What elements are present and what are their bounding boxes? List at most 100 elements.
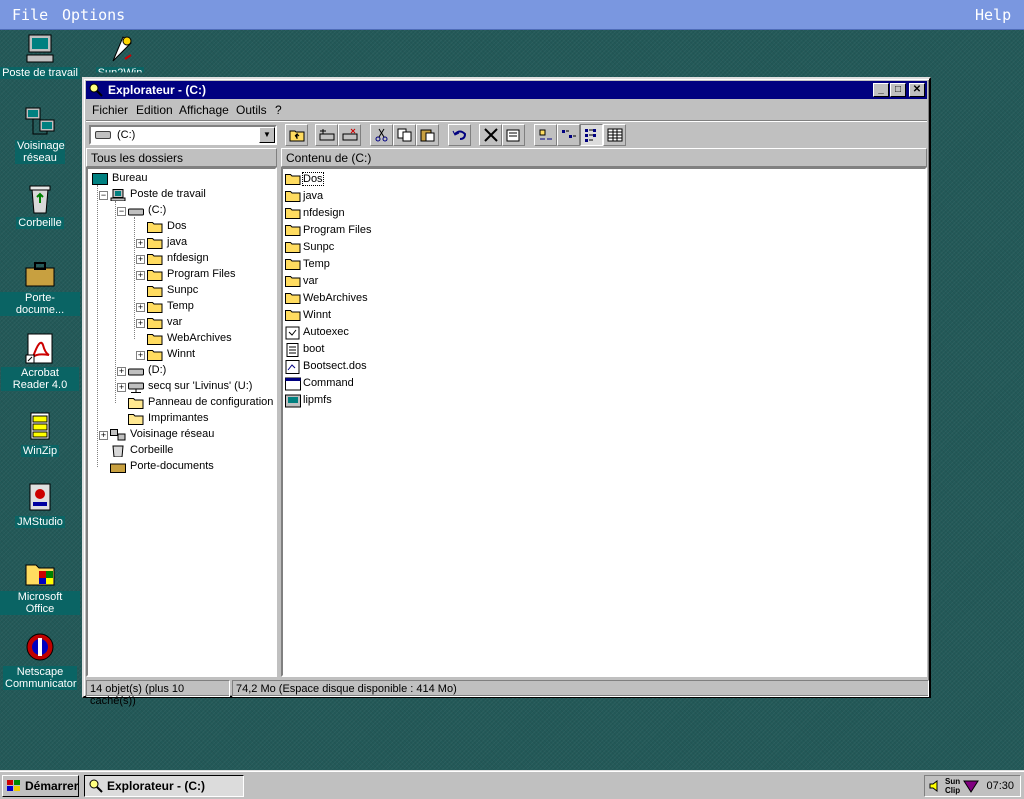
expand-icon[interactable]: + — [136, 351, 145, 360]
office-folder-icon — [23, 557, 57, 589]
triangle-tray-icon[interactable] — [963, 779, 979, 793]
desktop-icon-microsoft-office[interactable]: Microsoft Office — [0, 557, 80, 615]
view-large-icons-button[interactable] — [534, 124, 557, 146]
menu-outils[interactable]: Outils — [236, 103, 267, 117]
file-item[interactable]: Sunpc — [285, 239, 485, 256]
desktop-icon-sun2win[interactable]: Sun2Win — [80, 33, 160, 79]
menu-help[interactable]: ? — [275, 103, 282, 117]
drive-icon — [128, 365, 144, 380]
desktop-icon-porte-documents[interactable]: Porte-docume... — [0, 258, 80, 316]
desktop-icon-netscape[interactable]: Netscape Communicator — [0, 632, 80, 690]
collapse-icon[interactable]: − — [99, 191, 108, 200]
desktop-icon-jmstudio[interactable]: JMStudio — [0, 482, 80, 528]
expand-icon[interactable]: + — [136, 255, 145, 264]
expand-icon[interactable]: + — [136, 271, 145, 280]
minimize-button[interactable]: _ — [873, 83, 889, 97]
tree-item[interactable]: + var — [88, 315, 275, 331]
start-button[interactable]: Démarrer — [2, 775, 79, 797]
tree-item[interactable]: + secq sur 'Livinus' (U:) — [88, 379, 275, 396]
sun2win-icon — [103, 33, 137, 65]
file-item[interactable]: boot — [285, 341, 485, 358]
file-item[interactable]: Winnt — [285, 307, 485, 324]
expand-icon[interactable]: + — [136, 319, 145, 328]
collapse-icon[interactable]: − — [117, 207, 126, 216]
tree-item-label: Imprimantes — [148, 412, 209, 424]
tree-item[interactable]: Dos — [88, 219, 275, 235]
status-bar: 14 objet(s) (plus 10 caché(s)) 74,2 Mo (… — [86, 679, 929, 707]
tree-item[interactable]: + Program Files — [88, 267, 275, 283]
tree-item[interactable]: + java — [88, 235, 275, 251]
cut-button[interactable] — [370, 124, 393, 146]
up-folder-button[interactable] — [285, 124, 308, 146]
tree-item[interactable]: − (C:) — [88, 203, 275, 220]
expand-icon[interactable]: + — [117, 367, 126, 376]
folder-tree: Bureau − Poste de travail − (C:) Dos + java + nfd… — [86, 167, 277, 677]
task-label: Explorateur - (C:) — [107, 779, 206, 793]
file-item[interactable]: WebArchives — [285, 290, 485, 307]
tree-item[interactable]: WebArchives — [88, 331, 275, 347]
expand-icon[interactable]: + — [117, 383, 126, 392]
maximize-button[interactable]: □ — [890, 83, 906, 97]
menu-affichage[interactable]: Affichage — [179, 103, 229, 117]
menu-fichier[interactable]: Fichier — [92, 103, 128, 117]
tree-item[interactable]: + Winnt — [88, 347, 275, 363]
tree-item[interactable]: + Voisinage réseau — [88, 427, 275, 443]
disconnect-drive-button[interactable] — [338, 124, 361, 146]
file-item-label: boot — [303, 343, 325, 355]
drive-icon — [128, 205, 144, 220]
tree-item[interactable]: + Temp — [88, 299, 275, 315]
tree-item[interactable]: − Poste de travail — [88, 187, 275, 203]
list-view-icon — [585, 129, 596, 142]
view-small-icons-button[interactable] — [557, 124, 580, 146]
tree-item[interactable]: + (D:) — [88, 363, 275, 380]
tree-item[interactable]: Corbeille — [88, 443, 275, 459]
desktop-icon-poste-de-travail[interactable]: Poste de travail — [0, 33, 80, 79]
desktop-icon-winzip[interactable]: WinZip — [0, 411, 80, 457]
sunclip-icon[interactable]: Sun Clip — [945, 777, 960, 795]
undo-button[interactable] — [448, 124, 471, 146]
speaker-icon[interactable] — [928, 779, 942, 793]
delete-button[interactable] — [479, 124, 502, 146]
tree-item[interactable]: Imprimantes — [88, 411, 275, 427]
properties-button[interactable] — [502, 124, 525, 146]
desktop-icon-acrobat-reader[interactable]: Acrobat Reader 4.0 — [0, 333, 80, 391]
desktop-icon-voisinage-reseau[interactable]: Voisinage réseau — [0, 106, 80, 164]
file-item[interactable]: java — [285, 188, 485, 205]
start-label: Démarrer — [25, 779, 79, 793]
view-details-button[interactable] — [603, 124, 626, 146]
file-item[interactable]: Temp — [285, 256, 485, 273]
copy-button[interactable] — [393, 124, 416, 146]
expand-icon[interactable]: + — [99, 431, 108, 440]
file-item[interactable]: lipmfs — [285, 392, 485, 409]
file-item[interactable]: Autoexec — [285, 324, 485, 341]
address-combobox[interactable]: (C:) ▼ — [89, 125, 277, 145]
task-explorer[interactable]: Explorateur - (C:) — [84, 775, 244, 797]
close-button[interactable]: ✕ — [909, 83, 925, 97]
file-item[interactable]: nfdesign — [285, 205, 485, 222]
file-item[interactable]: Program Files — [285, 222, 485, 239]
paste-button[interactable] — [416, 124, 439, 146]
tree-item-label: Dos — [167, 220, 187, 232]
view-list-button[interactable] — [580, 124, 603, 146]
host-menu-options[interactable]: Options — [62, 6, 125, 24]
tree-item[interactable]: + nfdesign — [88, 251, 275, 267]
network-drive-icon — [128, 381, 144, 396]
expand-icon[interactable]: + — [136, 239, 145, 248]
netscape-icon — [23, 632, 57, 664]
tree-item[interactable]: Sunpc — [88, 283, 275, 299]
chevron-down-icon[interactable]: ▼ — [259, 127, 275, 143]
tree-item[interactable]: Panneau de configuration — [88, 395, 275, 411]
file-item[interactable]: Bootsect.dos — [285, 358, 485, 375]
host-menu-file[interactable]: File — [12, 6, 48, 24]
desktop-icon-corbeille[interactable]: Corbeille — [0, 183, 80, 229]
window-titlebar[interactable]: Explorateur - (C:) _ □ ✕ — [86, 81, 927, 99]
file-item[interactable]: var — [285, 273, 485, 290]
file-item[interactable]: Dos — [285, 171, 485, 188]
file-item[interactable]: Command — [285, 375, 485, 392]
tree-item[interactable]: Porte-documents — [88, 459, 275, 475]
host-menu-help[interactable]: Help — [975, 6, 1011, 24]
tree-item[interactable]: Bureau — [88, 171, 275, 187]
menu-edition[interactable]: Edition — [136, 103, 173, 117]
expand-icon[interactable]: + — [136, 303, 145, 312]
map-drive-button[interactable] — [315, 124, 338, 146]
